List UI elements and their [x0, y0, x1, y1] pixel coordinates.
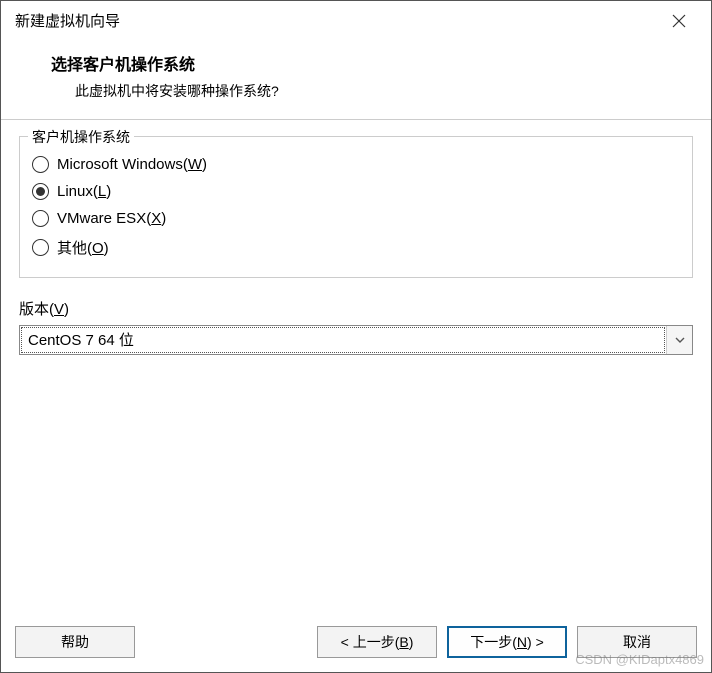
help-button[interactable]: 帮助 [15, 626, 135, 658]
back-button[interactable]: < 上一步(B) [317, 626, 437, 658]
guest-os-fieldset: 客户机操作系统 Microsoft Windows(W) Linux(L) VM… [19, 136, 693, 278]
wizard-footer: 帮助 < 上一步(B) 下一步(N) > 取消 [1, 616, 711, 672]
radio-icon [32, 239, 49, 256]
select-arrow-button[interactable] [666, 326, 692, 354]
version-group: 版本(V) CentOS 7 64 位 [19, 298, 693, 355]
radio-icon [32, 156, 49, 173]
window-title: 新建虚拟机向导 [15, 10, 120, 31]
page-title: 选择客户机操作系统 [51, 51, 681, 75]
next-button[interactable]: 下一步(N) > [447, 626, 567, 658]
close-icon [672, 14, 686, 28]
radio-other[interactable]: 其他(O) [30, 232, 682, 263]
radio-icon [32, 183, 49, 200]
radio-linux[interactable]: Linux(L) [30, 178, 682, 205]
radio-vmware-esx[interactable]: VMware ESX(X) [30, 205, 682, 232]
wizard-content: 客户机操作系统 Microsoft Windows(W) Linux(L) VM… [1, 120, 711, 616]
radio-windows[interactable]: Microsoft Windows(W) [30, 151, 682, 178]
close-button[interactable] [659, 6, 699, 36]
cancel-button[interactable]: 取消 [577, 626, 697, 658]
radio-label: Linux(L) [57, 183, 111, 200]
version-selected-value: CentOS 7 64 位 [21, 327, 665, 353]
radio-label: VMware ESX(X) [57, 210, 166, 227]
wizard-header: 选择客户机操作系统 此虚拟机中将安装哪种操作系统? [1, 41, 711, 119]
guest-os-legend: 客户机操作系统 [28, 127, 134, 147]
page-subtitle: 此虚拟机中将安装哪种操作系统? [51, 81, 681, 101]
wizard-window: 新建虚拟机向导 选择客户机操作系统 此虚拟机中将安装哪种操作系统? 客户机操作系… [0, 0, 712, 673]
version-select[interactable]: CentOS 7 64 位 [19, 325, 693, 355]
chevron-down-icon [675, 337, 685, 343]
radio-label: Microsoft Windows(W) [57, 156, 207, 173]
radio-label: 其他(O) [57, 237, 109, 258]
titlebar: 新建虚拟机向导 [1, 1, 711, 41]
version-label: 版本(V) [19, 298, 693, 319]
radio-icon [32, 210, 49, 227]
